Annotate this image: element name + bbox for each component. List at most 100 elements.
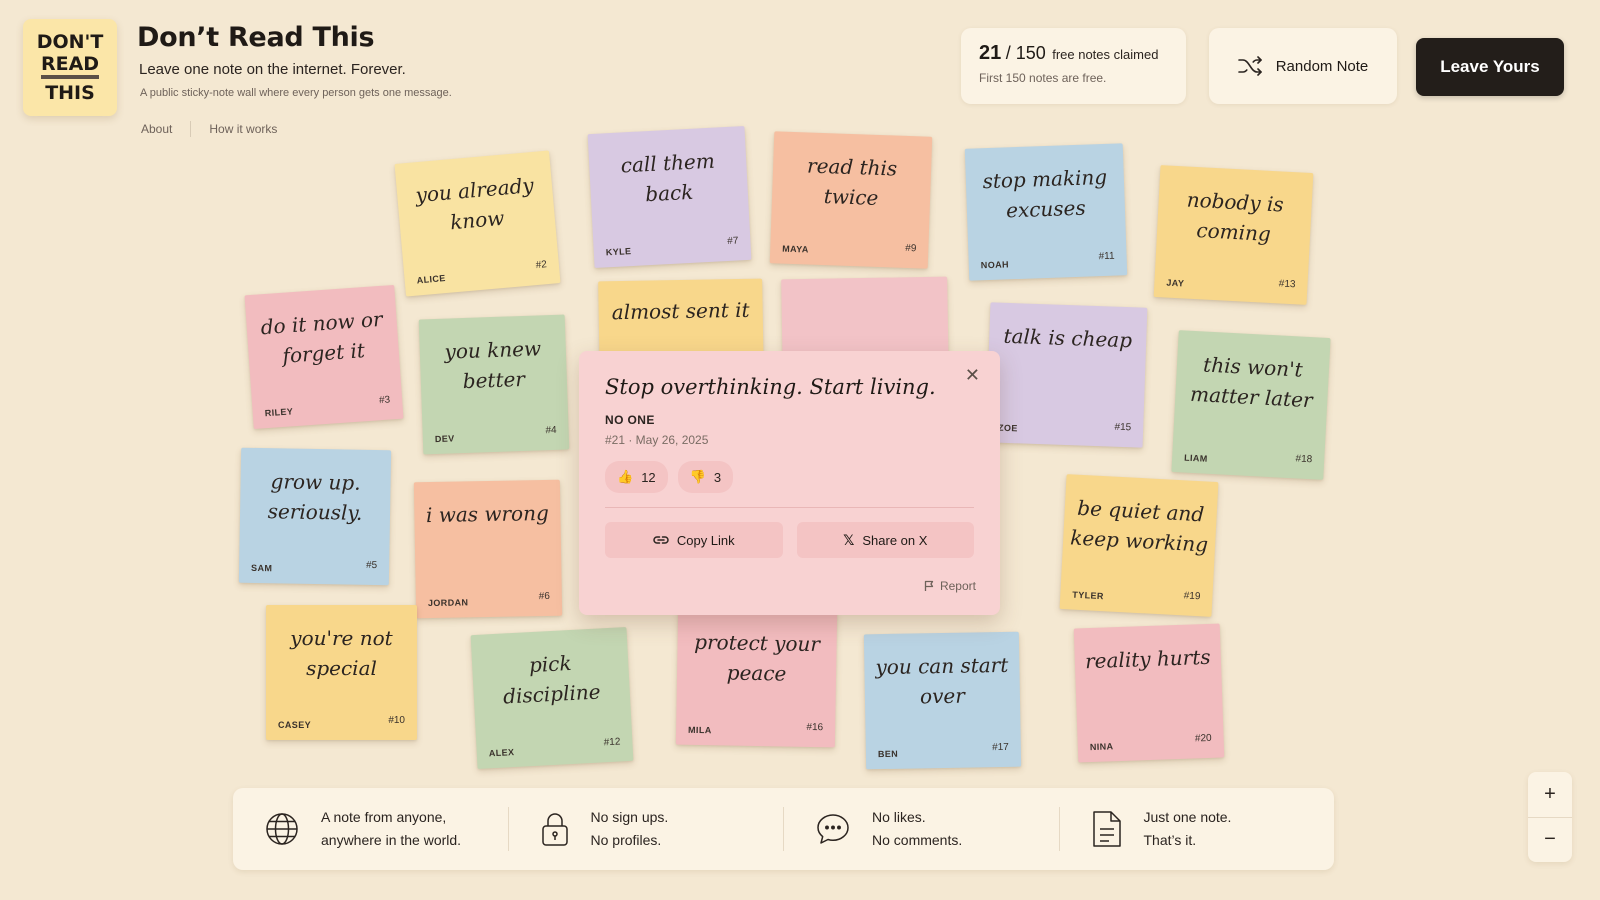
note-11[interactable]: stop making excuses NOAH #11 xyxy=(964,143,1128,281)
logo[interactable]: DON'T READ THIS xyxy=(23,19,117,116)
zoom-in-button[interactable]: + xyxy=(1528,772,1572,817)
note-author: MAYA xyxy=(782,243,809,255)
features-bar: A note from anyone, anywhere in the worl… xyxy=(233,788,1334,870)
nav-about-link[interactable]: About xyxy=(141,122,172,136)
note-number: #20 xyxy=(1194,732,1212,745)
note-number: #5 xyxy=(365,559,378,572)
zoom-controls: + − xyxy=(1528,772,1572,862)
subtagline: A public sticky-note wall where every pe… xyxy=(140,87,452,99)
note-text: you can start over xyxy=(875,652,1009,709)
dislike-count: 3 xyxy=(713,469,722,485)
note-number: #12 xyxy=(603,736,621,749)
random-note-button[interactable]: Random Note xyxy=(1209,28,1397,104)
counter-label: free notes claimed xyxy=(1052,47,1159,62)
note-number: #18 xyxy=(1295,453,1313,466)
note-text: do it now or forget it xyxy=(259,306,384,368)
thumbs-up-icon: 👍 xyxy=(617,469,634,484)
note-number: #13 xyxy=(1278,278,1296,291)
note-6[interactable]: i was wrong JORDAN #6 xyxy=(413,479,563,619)
note-15[interactable]: talk is cheap ZOE #15 xyxy=(985,302,1148,448)
note-9[interactable]: read this twice MAYA #9 xyxy=(769,131,933,269)
copy-link-button[interactable]: Copy Link xyxy=(605,522,783,558)
close-icon[interactable]: ✕ xyxy=(965,365,980,386)
note-number: #6 xyxy=(538,590,550,603)
note-text: this won't matter later xyxy=(1189,352,1314,413)
note-16[interactable]: protect your peace MILA #16 xyxy=(675,608,838,748)
dislike-button[interactable]: 👎 3 xyxy=(677,461,734,493)
like-button[interactable]: 👍 12 xyxy=(605,461,668,493)
note-2[interactable]: you already know ALICE #2 xyxy=(394,150,561,297)
leave-yours-button[interactable]: Leave Yours xyxy=(1416,38,1564,96)
note-number: #11 xyxy=(1098,250,1115,263)
note-18[interactable]: this won't matter later LIAM #18 xyxy=(1171,330,1331,480)
report-button[interactable]: Report xyxy=(924,579,976,593)
note-3[interactable]: do it now or forget it RILEY #3 xyxy=(244,284,404,430)
feature-line-2: anywhere in the world. xyxy=(321,832,462,848)
nav-divider xyxy=(190,121,192,137)
note-author: ZOE xyxy=(997,422,1018,434)
note-text: grow up. seriously. xyxy=(267,469,363,525)
feature-line-2: No comments. xyxy=(872,832,963,848)
popup-message: Stop overthinking. Start living. xyxy=(605,375,936,399)
note-author: ALEX xyxy=(488,747,515,759)
copy-link-label: Copy Link xyxy=(676,532,735,548)
counter-total: / 150 xyxy=(1005,43,1046,63)
note-12[interactable]: pick discipline ALEX #12 xyxy=(470,627,634,769)
note-7[interactable]: call them back KYLE #7 xyxy=(587,125,752,269)
counter-claimed: 21 xyxy=(979,42,1002,64)
popup-author: NO ONE xyxy=(605,413,655,427)
popup-meta: #21 · May 26, 2025 xyxy=(605,433,709,447)
note-number: #17 xyxy=(992,741,1009,754)
document-icon xyxy=(1092,811,1121,847)
note-number: #3 xyxy=(378,394,391,407)
note-text: almost sent it xyxy=(611,297,750,325)
note-author: RILEY xyxy=(264,406,294,419)
note-text: you already know xyxy=(414,173,535,235)
note-10[interactable]: you're not special CASEY #10 xyxy=(266,605,417,740)
feature-line-1: A note from anyone, xyxy=(321,809,447,825)
flag-icon xyxy=(924,580,934,591)
note-text: pick discipline xyxy=(502,650,602,709)
note-number: #7 xyxy=(726,235,739,248)
note-5[interactable]: grow up. seriously. SAM #5 xyxy=(238,447,392,586)
feature-line-1: No sign ups. xyxy=(590,809,669,825)
lock-icon xyxy=(541,813,568,846)
note-author: KYLE xyxy=(605,246,632,258)
feature-line-2: No profiles. xyxy=(590,832,662,848)
note-author: LIAM xyxy=(1183,452,1208,464)
popup-divider xyxy=(605,507,974,508)
tagline: Leave one note on the internet. Forever. xyxy=(139,61,406,78)
note-text: call them back xyxy=(620,148,716,207)
notes-counter: 21 / 150 free notes claimed First 150 no… xyxy=(961,28,1186,104)
note-author: CASEY xyxy=(278,720,312,730)
note-number: #9 xyxy=(905,242,917,255)
note-4[interactable]: you knew better DEV #4 xyxy=(418,314,570,455)
note-text: protect your peace xyxy=(694,629,821,686)
logo-line-3: THIS xyxy=(45,82,95,104)
feature-line-2: That’s it. xyxy=(1143,832,1197,848)
note-author: NOAH xyxy=(980,259,1010,271)
zoom-out-button[interactable]: − xyxy=(1528,816,1572,863)
feature-one-note: Just one note. That’s it. xyxy=(1058,807,1335,851)
note-text: reality hurts xyxy=(1084,644,1211,674)
share-label: Share on X xyxy=(862,532,928,548)
note-author: DEV xyxy=(434,433,455,445)
shuffle-icon xyxy=(1237,56,1262,76)
feature-no-signups: No sign ups. No profiles. xyxy=(507,807,784,851)
note-text: you knew better xyxy=(444,336,542,394)
globe-icon xyxy=(266,813,298,845)
note-author: TYLER xyxy=(1072,589,1105,602)
note-text: nobody is coming xyxy=(1186,187,1285,246)
note-author: JAY xyxy=(1166,277,1185,289)
share-on-x-button[interactable]: 𝕏 Share on X xyxy=(796,522,974,558)
nav-how-it-works-link[interactable]: How it works xyxy=(209,122,277,136)
note-19[interactable]: be quiet and keep working TYLER #19 xyxy=(1059,474,1219,617)
note-author: NINA xyxy=(1089,741,1114,753)
thumbs-down-icon: 👎 xyxy=(689,469,706,484)
note-author: JORDAN xyxy=(427,597,469,609)
note-13[interactable]: nobody is coming JAY #13 xyxy=(1153,165,1314,305)
chat-icon xyxy=(817,814,849,844)
note-17[interactable]: you can start over BEN #17 xyxy=(863,631,1022,770)
feature-anyone: A note from anyone, anywhere in the worl… xyxy=(233,807,508,851)
note-20[interactable]: reality hurts NINA #20 xyxy=(1073,623,1225,763)
